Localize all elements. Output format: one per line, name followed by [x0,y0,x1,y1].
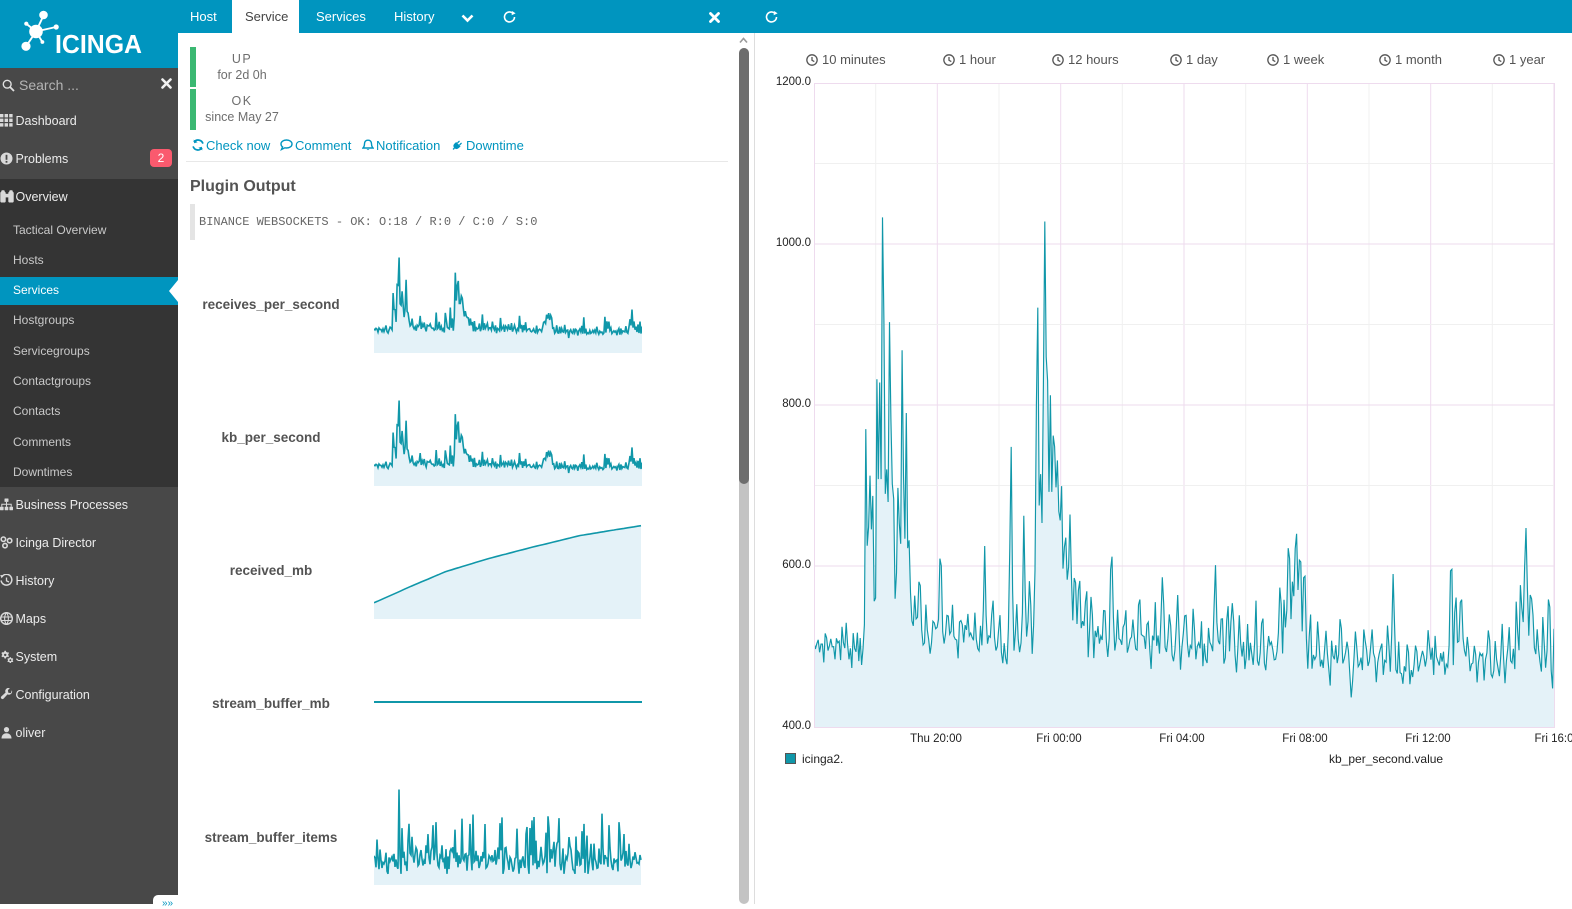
svg-text:ICINGA: ICINGA [55,29,142,59]
